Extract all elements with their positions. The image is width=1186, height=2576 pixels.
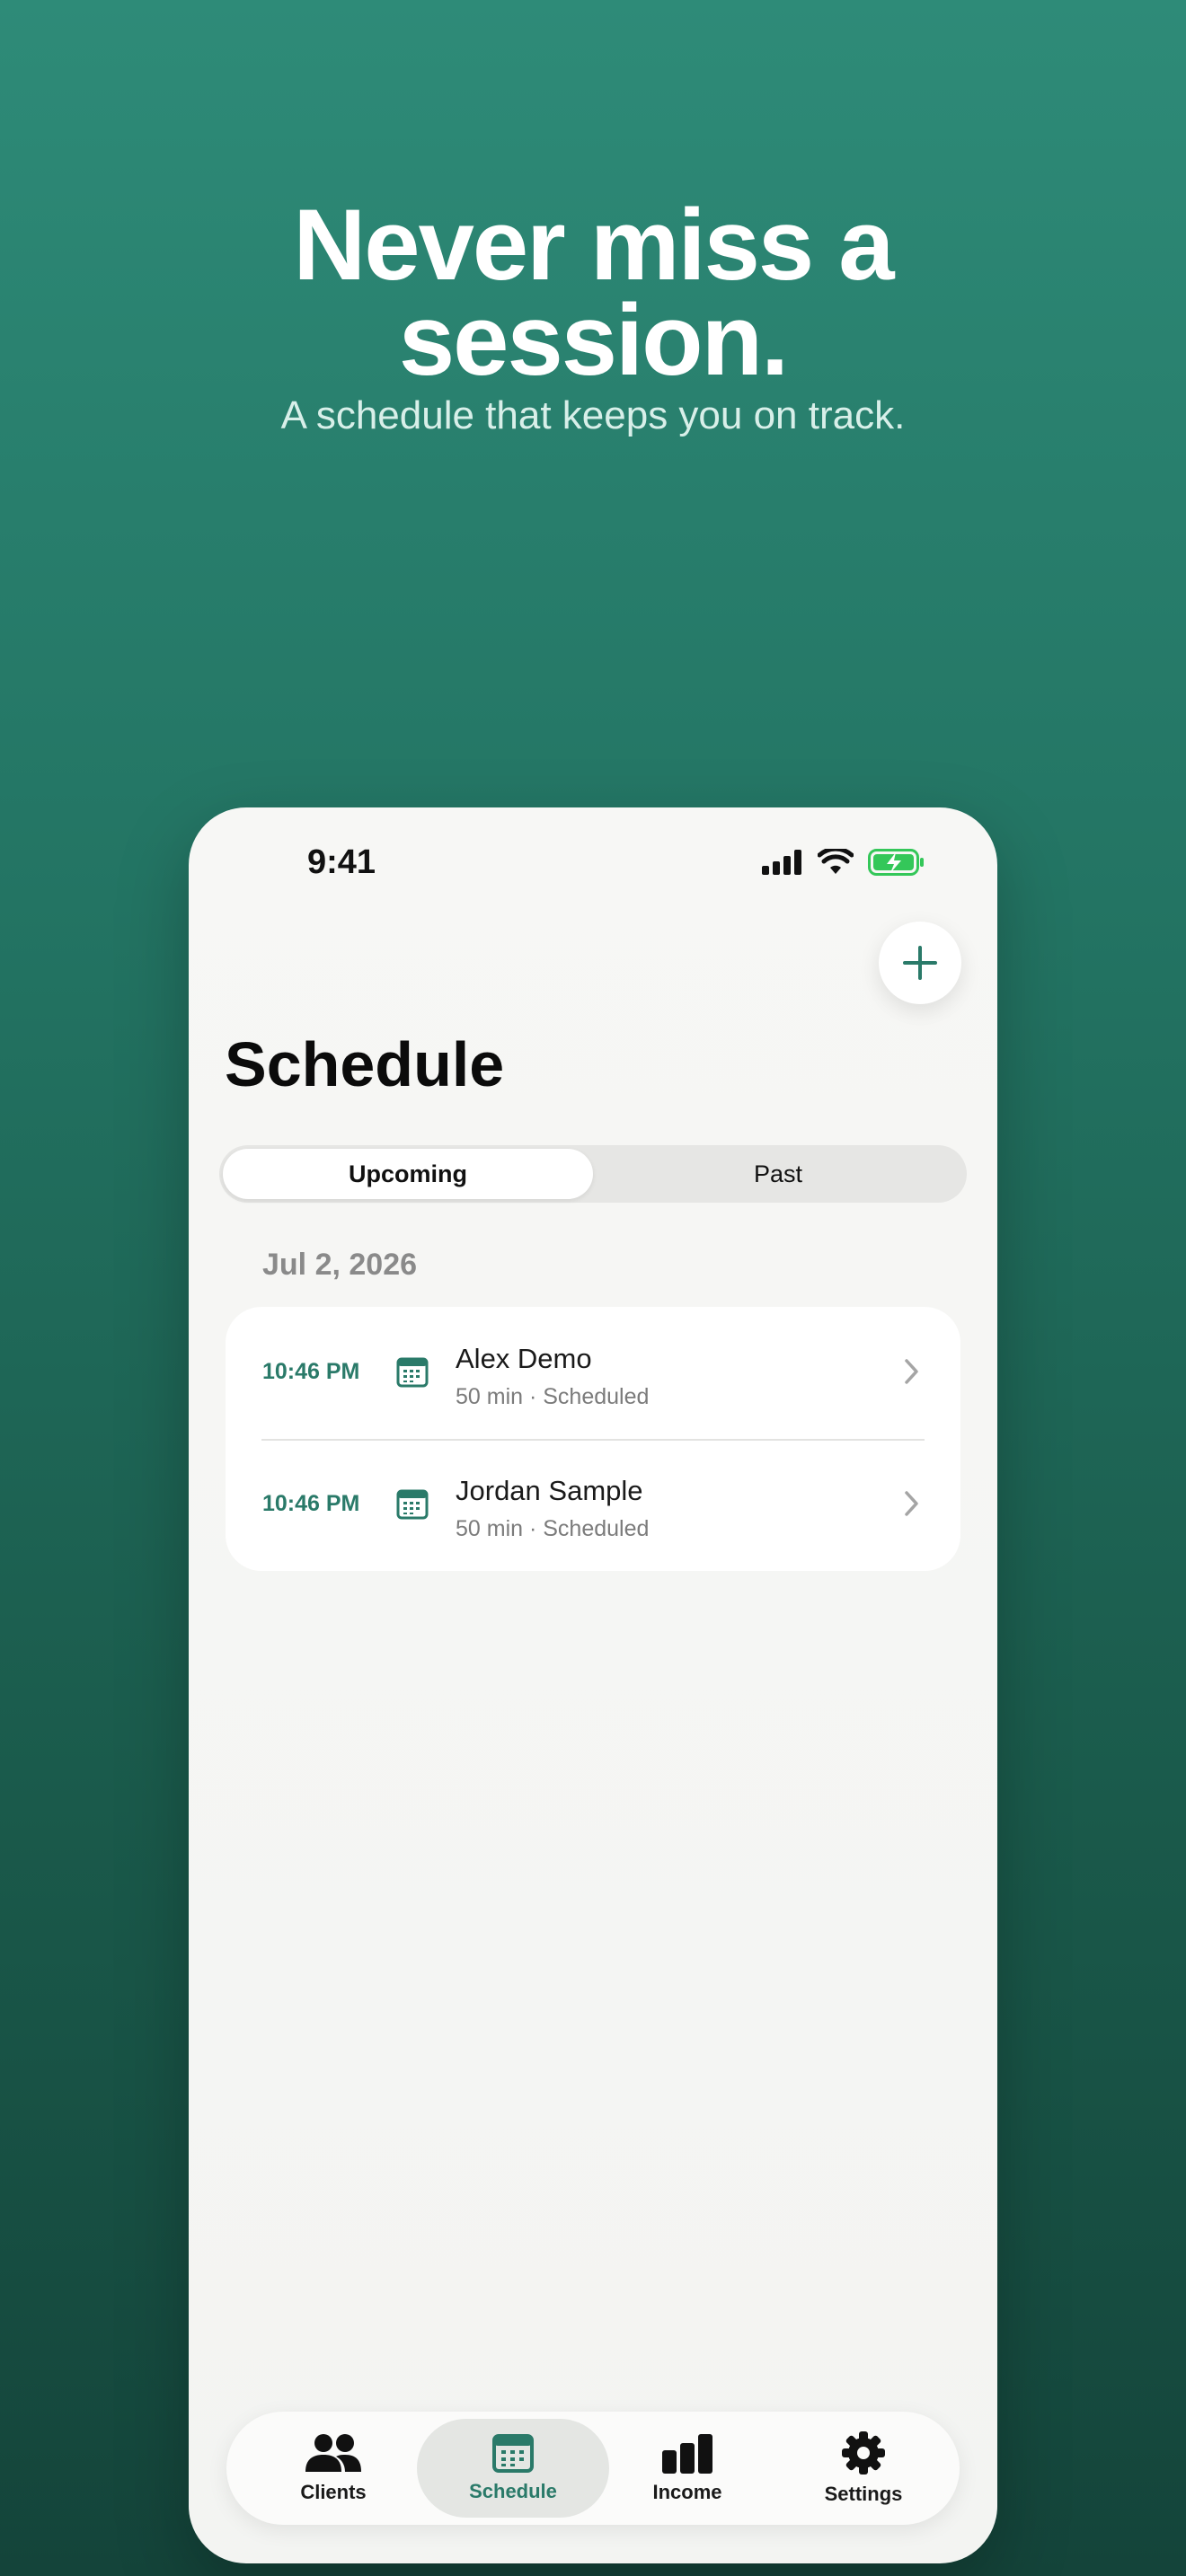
status-bar: 9:41 [189,807,997,924]
plus-icon [903,946,937,980]
add-session-button[interactable] [879,922,961,1004]
session-time: 10:46 PM [262,1491,360,1516]
client-name: Alex Demo [456,1343,592,1374]
tab-income[interactable]: Income [591,2419,783,2518]
phone-frame: 9:41 Schedule Upcoming Past Jul 2, 2026 … [189,807,997,2563]
calendar-icon [396,1489,429,1520]
hero-subtitle: A schedule that keeps you on track. [280,393,906,437]
chevron-right-icon [905,1491,918,1516]
tab-label-clients: Clients [300,2481,367,2503]
session-meta: 50 min · Scheduled [456,1384,650,1409]
marketing-hero: Never miss a session. A schedule that ke… [0,189,1186,440]
chevron-right-icon [905,1359,918,1384]
hero-title-line-1: Never miss a [293,189,894,301]
session-time: 10:46 PM [262,1359,360,1384]
tab-label-income: Income [652,2481,722,2503]
bar-chart-icon [662,2434,712,2474]
tab-settings[interactable]: Settings [767,2419,960,2518]
tab-bar: Clients Schedule Income Settings [226,2412,960,2525]
gear-icon [842,2431,885,2475]
segment-upcoming[interactable]: Upcoming [223,1149,593,1199]
date-section-header: Jul 2, 2026 [262,1248,418,1282]
tab-clients[interactable]: Clients [237,2419,429,2518]
people-icon [305,2434,361,2472]
tab-label-settings: Settings [824,2483,903,2505]
session-row[interactable]: 10:46 PM Alex Demo 50 min · Scheduled [226,1307,960,1439]
session-list: 10:46 PM Alex Demo 50 min · Scheduled 10… [226,1307,960,1571]
schedule-filter-segmented-control: Upcoming Past [219,1145,967,1203]
calendar-icon [396,1357,429,1388]
client-name: Jordan Sample [456,1475,643,1506]
battery-charging-icon [868,849,924,876]
wifi-icon [818,849,854,874]
calendar-icon [492,2434,534,2473]
status-icons [762,849,925,876]
cellular-signal-icon [762,850,801,875]
tab-schedule[interactable]: Schedule [417,2419,609,2518]
hero-title: Never miss a session. [0,189,1186,396]
status-time: 9:41 [307,843,376,881]
session-meta: 50 min · Scheduled [456,1516,650,1541]
segment-past[interactable]: Past [593,1149,963,1199]
tab-label-schedule: Schedule [469,2480,557,2502]
page-title: Schedule [225,1029,505,1099]
session-row[interactable]: 10:46 PM Jordan Sample 50 min · Schedule… [226,1439,960,1571]
hero-title-line-2: session. [398,284,789,396]
